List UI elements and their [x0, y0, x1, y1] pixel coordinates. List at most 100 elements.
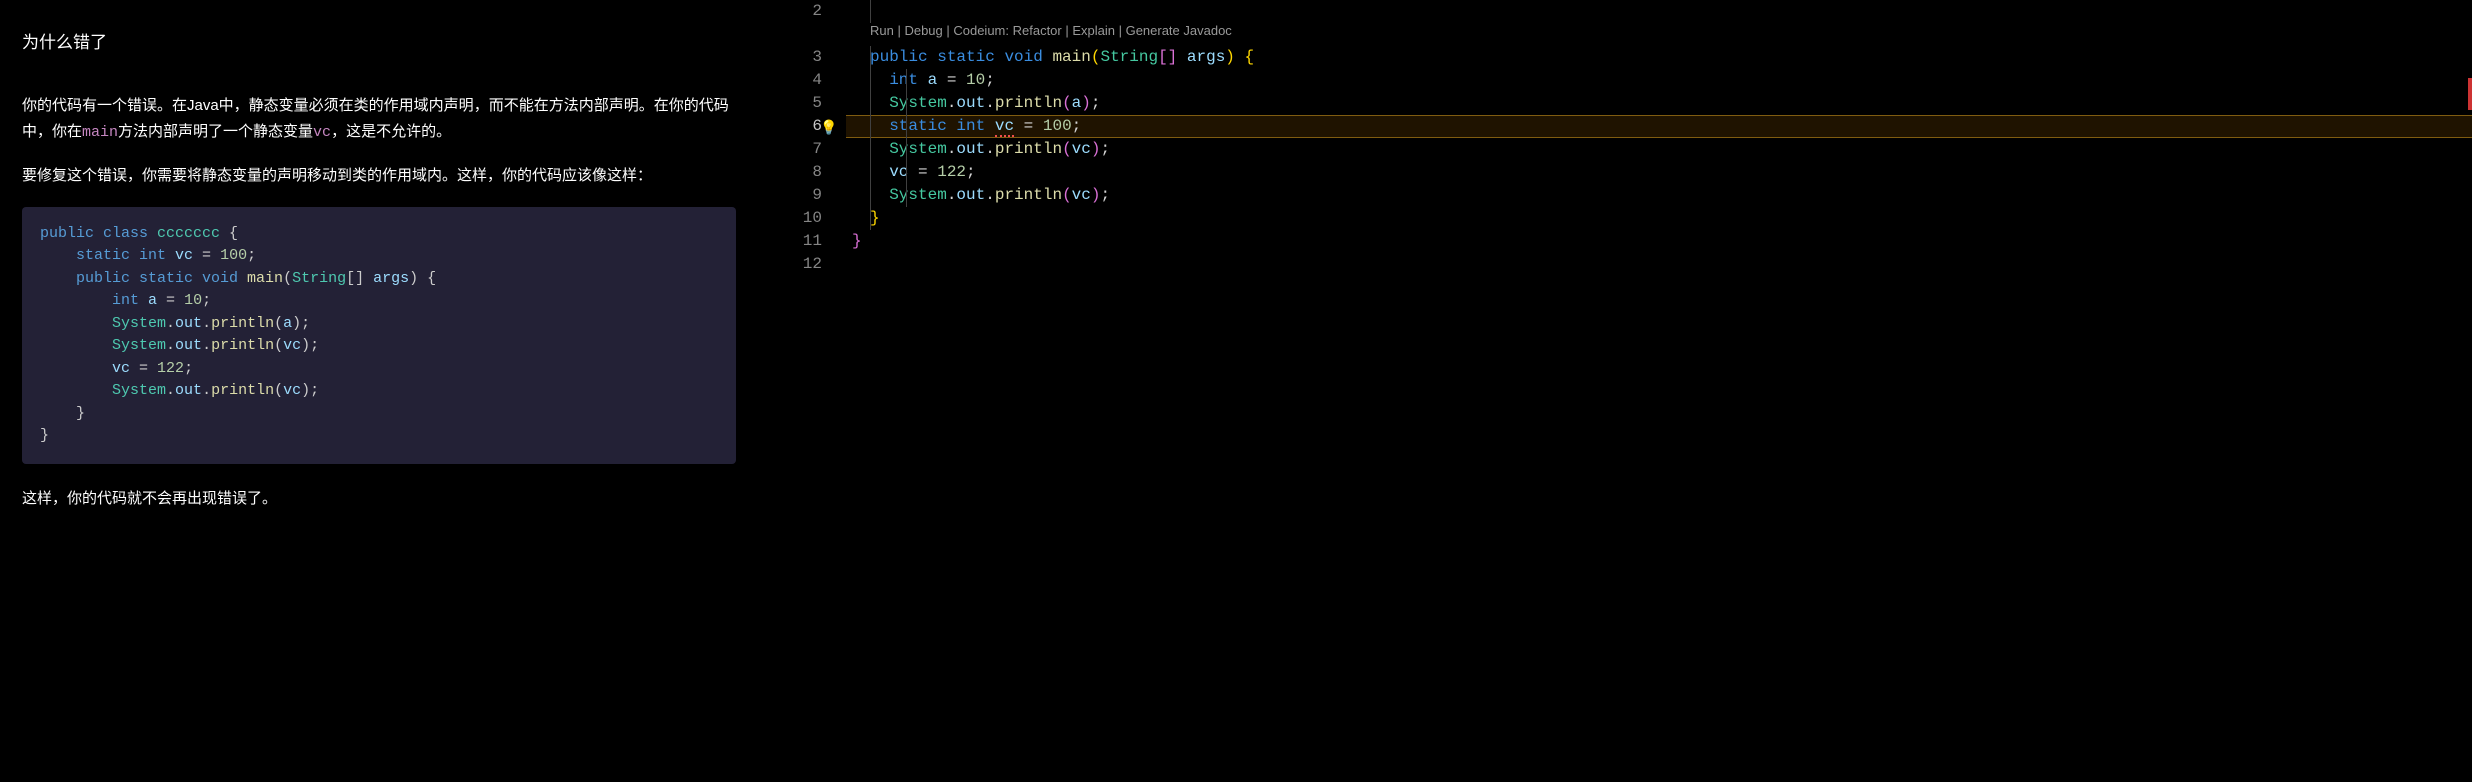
- number: 122: [937, 163, 966, 181]
- editor-content[interactable]: public static void main(String[] args) {…: [846, 0, 2472, 276]
- chat-title: 为什么错了: [22, 28, 736, 53]
- function: main: [247, 270, 283, 287]
- number: 100: [1043, 117, 1072, 135]
- var: a: [283, 315, 292, 332]
- var: vc: [283, 337, 301, 354]
- brace: }: [852, 232, 862, 250]
- line-number: 11: [758, 230, 822, 253]
- type: String: [292, 270, 346, 287]
- punct: ;: [184, 360, 193, 377]
- punct: }: [40, 405, 85, 422]
- brace: ): [1225, 48, 1235, 66]
- indent: [40, 315, 112, 332]
- keyword: int: [889, 71, 918, 89]
- punct: );: [292, 315, 310, 332]
- line-number: 2: [758, 0, 822, 23]
- function: main: [1052, 48, 1090, 66]
- punct: .: [202, 337, 211, 354]
- line-number: 3: [758, 46, 822, 69]
- keyword: static: [937, 48, 995, 66]
- code-editor[interactable]: 2 3 4 5 6 7 8 9 10 11 12 💡 Run | Debug |…: [758, 0, 2472, 782]
- punct: .: [166, 315, 175, 332]
- code-line[interactable]: System.out.println(vc);: [846, 184, 2472, 207]
- punct: }: [40, 427, 49, 444]
- var: out: [175, 337, 202, 354]
- indent: [40, 360, 112, 377]
- code-line[interactable]: vc = 122;: [846, 161, 2472, 184]
- code-line-highlighted[interactable]: static int vc = 100;: [846, 115, 2472, 138]
- line-number: 9: [758, 184, 822, 207]
- var: out: [175, 315, 202, 332]
- punct: =: [937, 71, 966, 89]
- chat-paragraph-1: 你的代码有一个错误。在Java中，静态变量必须在类的作用域内声明，而不能在方法内…: [22, 93, 736, 145]
- line-number: 10: [758, 207, 822, 230]
- line-number: 7: [758, 138, 822, 161]
- var: out: [956, 186, 985, 204]
- var: args: [373, 270, 409, 287]
- var: vc: [175, 247, 193, 264]
- code-line[interactable]: [846, 0, 2472, 23]
- punct: ;: [202, 292, 211, 309]
- var: vc: [1072, 186, 1091, 204]
- function: println: [995, 186, 1062, 204]
- keyword: void: [1004, 48, 1042, 66]
- bracket: []: [1158, 48, 1177, 66]
- chat-paragraph-2: 要修复这个错误，你需要将静态变量的声明移动到类的作用域内。这样，你的代码应该像这…: [22, 163, 736, 189]
- class: System: [112, 337, 166, 354]
- punct: (: [274, 337, 283, 354]
- line-number: 5: [758, 92, 822, 115]
- code-line[interactable]: }: [846, 230, 2472, 253]
- line-number-active: 6: [758, 115, 822, 138]
- code-line[interactable]: public static void main(String[] args) {: [846, 46, 2472, 69]
- indent: [40, 382, 112, 399]
- code-line[interactable]: [846, 253, 2472, 276]
- code-line[interactable]: System.out.println(vc);: [846, 138, 2472, 161]
- var: out: [175, 382, 202, 399]
- number: 122: [157, 360, 184, 377]
- var: a: [1072, 94, 1082, 112]
- brace: }: [870, 209, 880, 227]
- punct: .: [202, 315, 211, 332]
- punct: ;: [247, 247, 256, 264]
- line-number: 8: [758, 161, 822, 184]
- code-line[interactable]: int a = 10;: [846, 69, 2472, 92]
- var: a: [928, 71, 938, 89]
- keyword: public class: [40, 225, 157, 242]
- text: ，这是不允许的。: [331, 123, 451, 140]
- punct: .: [166, 337, 175, 354]
- code-line[interactable]: }: [846, 207, 2472, 230]
- number: 10: [184, 292, 202, 309]
- line-number-gutter: 2 3 4 5 6 7 8 9 10 11 12: [758, 0, 846, 276]
- indent: [40, 337, 112, 354]
- inline-code: vc: [313, 124, 331, 141]
- line-number: 12: [758, 253, 822, 276]
- codelens-gutter-spacer: [758, 23, 822, 46]
- var: out: [956, 140, 985, 158]
- var: out: [956, 94, 985, 112]
- class: System: [112, 315, 166, 332]
- punct: );: [301, 382, 319, 399]
- punct: ;: [985, 71, 995, 89]
- line-number: 4: [758, 69, 822, 92]
- class: System: [889, 186, 947, 204]
- chat-paragraph-3: 这样，你的代码就不会再出现错误了。: [22, 486, 736, 512]
- keyword: static int: [40, 247, 175, 264]
- class: System: [889, 140, 947, 158]
- scrollbar-error-marker[interactable]: [2468, 78, 2472, 110]
- lightbulb-icon[interactable]: 💡: [820, 120, 834, 134]
- var: vc: [1072, 140, 1091, 158]
- function: println: [995, 140, 1062, 158]
- number: 100: [220, 247, 247, 264]
- punct: =: [130, 360, 157, 377]
- code-line[interactable]: System.out.println(a);: [846, 92, 2472, 115]
- keyword: public: [870, 48, 928, 66]
- punct: (: [274, 382, 283, 399]
- inline-code: main: [82, 124, 118, 141]
- var-error: vc: [995, 117, 1014, 137]
- var: vc: [283, 382, 301, 399]
- var: a: [148, 292, 157, 309]
- function: println: [211, 337, 274, 354]
- punct: );: [301, 337, 319, 354]
- punct: =: [193, 247, 220, 264]
- punct: .: [166, 382, 175, 399]
